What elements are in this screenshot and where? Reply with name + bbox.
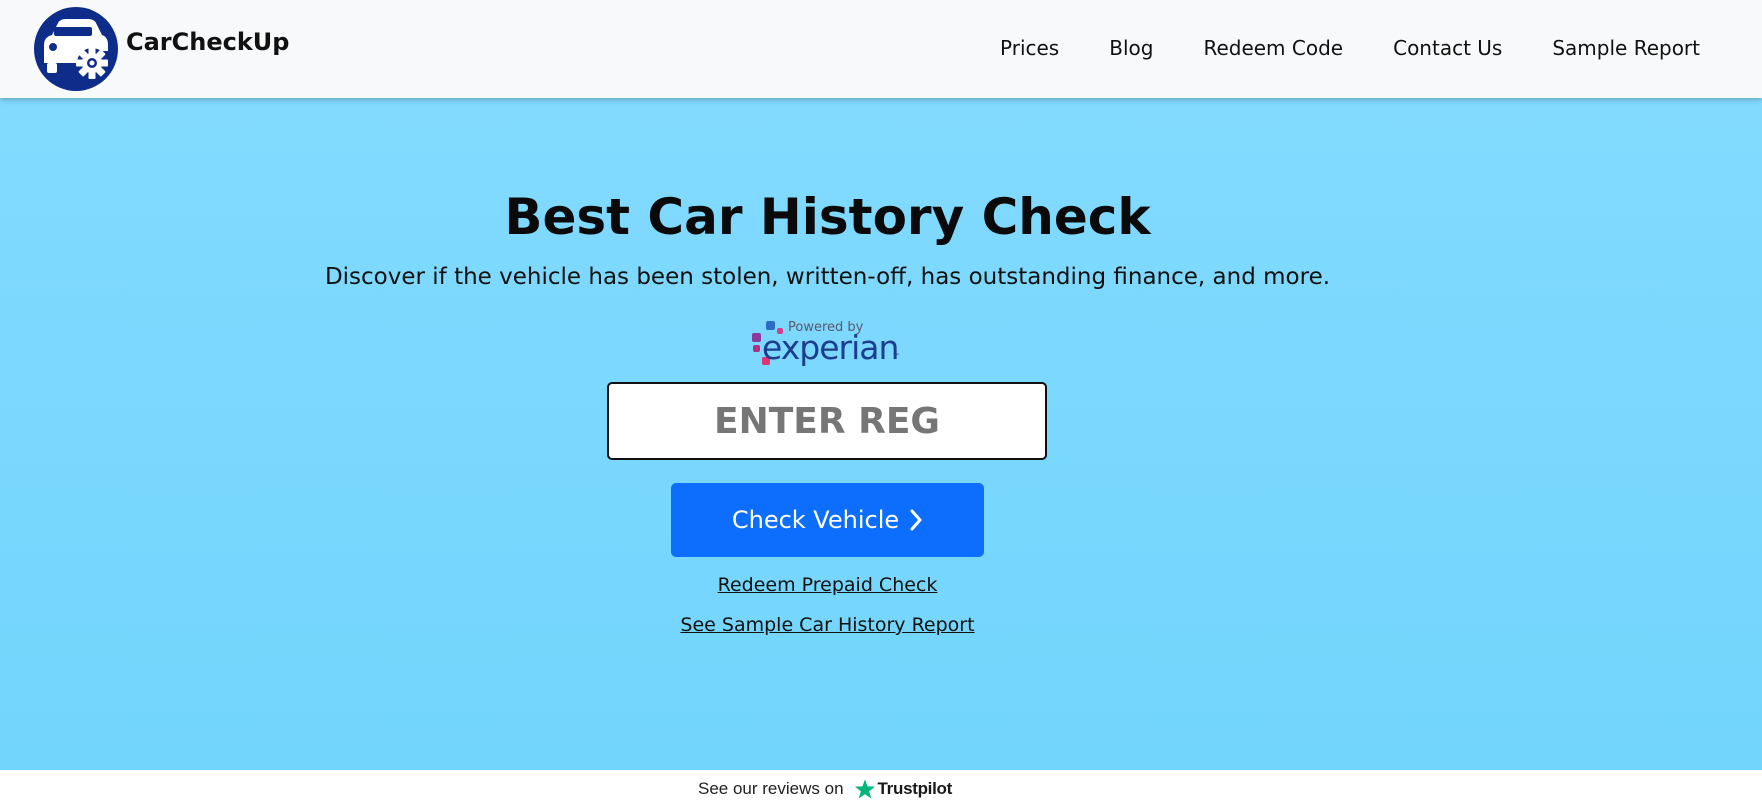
experian-logo-text: experian xyxy=(762,328,899,367)
check-vehicle-button[interactable]: Check Vehicle xyxy=(671,483,984,557)
chevron-right-icon xyxy=(910,509,922,531)
star-icon xyxy=(854,779,875,799)
car-gear-logo-icon xyxy=(34,7,118,91)
page-subtitle: Discover if the vehicle has been stolen,… xyxy=(324,264,1331,290)
check-vehicle-label: Check Vehicle xyxy=(731,506,900,534)
experian-trademark: ™ xyxy=(894,353,900,360)
brand-name: CarCheckUp xyxy=(126,28,290,56)
hero-section: Best Car History Check Discover if the v… xyxy=(0,98,1762,770)
reg-input[interactable] xyxy=(607,382,1047,460)
redeem-prepaid-check-link[interactable]: Redeem Prepaid Check xyxy=(0,574,1655,596)
experian-dot-icon xyxy=(752,333,761,342)
experian-dot-icon xyxy=(753,345,760,352)
trustpilot-bar: See our reviews on Trustpilot xyxy=(0,770,1762,811)
experian-badge: Powered by experian ™ xyxy=(748,320,908,372)
brand-home-link[interactable]: CarCheckUp xyxy=(34,7,289,91)
page-title: Best Car History Check xyxy=(504,188,1151,246)
nav-link-blog[interactable]: Blog xyxy=(1109,36,1153,60)
top-navbar: CarCheckUp Prices Blog Redeem Code Conta… xyxy=(0,0,1762,98)
nav-link-contact-us[interactable]: Contact Us xyxy=(1393,36,1502,60)
nav-link-redeem-code[interactable]: Redeem Code xyxy=(1203,36,1343,60)
nav-link-prices[interactable]: Prices xyxy=(1000,36,1059,60)
sample-report-link[interactable]: See Sample Car History Report xyxy=(0,614,1655,636)
nav-link-sample-report[interactable]: Sample Report xyxy=(1552,36,1700,60)
nav-links: Prices Blog Redeem Code Contact Us Sampl… xyxy=(1000,36,1700,60)
trustpilot-reviews-link[interactable]: See our reviews on Trustpilot xyxy=(698,778,952,800)
reviews-text: See our reviews on xyxy=(698,779,844,798)
trustpilot-label: Trustpilot xyxy=(877,779,953,798)
